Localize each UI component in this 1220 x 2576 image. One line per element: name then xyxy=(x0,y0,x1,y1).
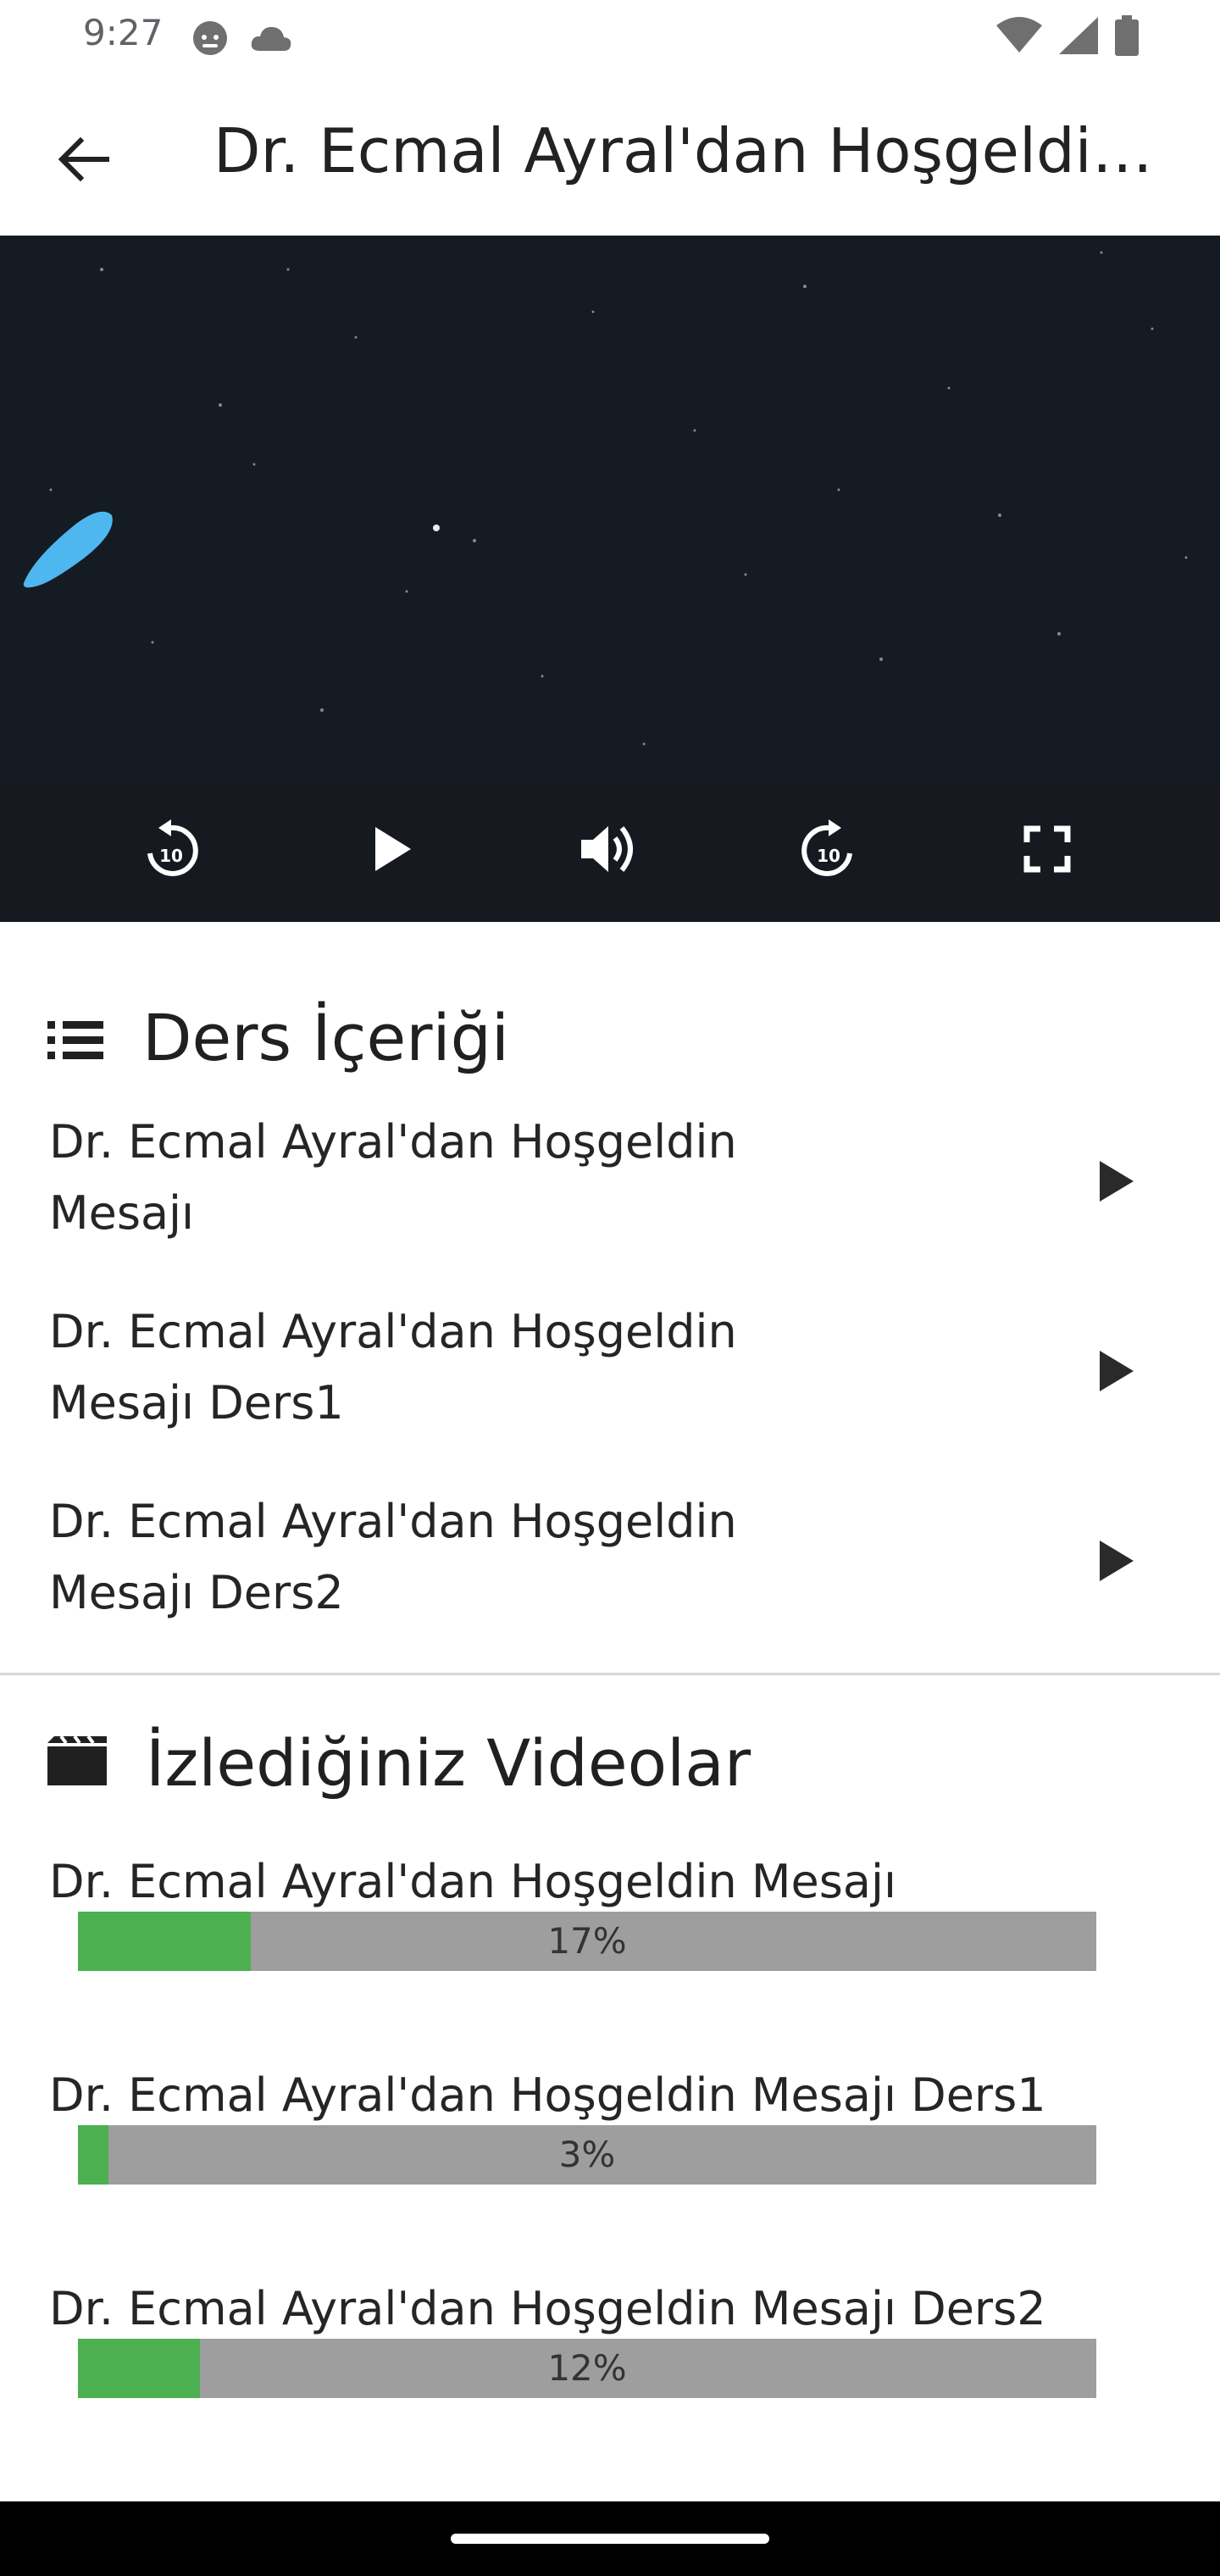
video-player[interactable] xyxy=(0,236,1220,780)
status-bar: 9:27 xyxy=(0,0,1220,75)
status-time: 9:27 xyxy=(83,12,164,53)
lesson-item[interactable]: Dr. Ecmal Ayral'dan Hoşgeldin Mesajı Der… xyxy=(49,1486,1151,1656)
watched-video-item[interactable]: Dr. Ecmal Ayral'dan Hoşgeldin Mesajı 17% xyxy=(49,1852,1167,1971)
progress-label: 3% xyxy=(558,2134,616,2175)
page-title: Dr. Ecmal Ayral'dan Hoşgeldin Mesajı xyxy=(214,115,1171,186)
list-icon xyxy=(47,1000,103,1075)
fullscreen-button[interactable] xyxy=(1013,817,1081,885)
divider xyxy=(0,1673,1220,1675)
back-button[interactable] xyxy=(49,127,117,195)
lesson-play-button[interactable] xyxy=(1083,1149,1151,1217)
watched-videos-header: İzlediğiniz Videolar xyxy=(47,1725,751,1801)
forward-10-button[interactable]: 10 xyxy=(795,817,862,885)
watched-video-title: Dr. Ecmal Ayral'dan Hoşgeldin Mesajı xyxy=(49,1855,896,1908)
lesson-play-button[interactable] xyxy=(1083,1529,1151,1596)
lesson-item[interactable]: Dr. Ecmal Ayral'dan Hoşgeldin Mesajı xyxy=(49,1107,1151,1276)
starfield xyxy=(0,236,1220,780)
svg-text:10: 10 xyxy=(159,846,183,866)
progress-label: 17% xyxy=(547,1920,627,1962)
app-bar: Dr. Ecmal Ayral'dan Hoşgeldin Mesajı xyxy=(0,75,1220,236)
progress-bar: 3% xyxy=(78,2125,1096,2185)
home-gesture-handle[interactable] xyxy=(451,2534,769,2544)
play-icon xyxy=(1100,1161,1134,1205)
play-icon xyxy=(374,827,413,874)
arrow-back-icon xyxy=(57,136,110,185)
watched-video-title: Dr. Ecmal Ayral'dan Hoşgeldin Mesajı Der… xyxy=(49,2068,1046,2122)
signal-icon xyxy=(1059,17,1098,58)
play-button[interactable] xyxy=(359,817,427,885)
forward-10-icon: 10 xyxy=(801,819,857,882)
svg-text:10: 10 xyxy=(817,846,840,866)
course-content-header: Ders İçeriği xyxy=(47,1000,509,1075)
lesson-item[interactable]: Dr. Ecmal Ayral'dan Hoşgeldin Mesajı Der… xyxy=(49,1296,1151,1466)
lesson-label: Dr. Ecmal Ayral'dan Hoşgeldin Mesajı Der… xyxy=(49,1495,737,1619)
volume-up-icon xyxy=(581,823,639,879)
section-heading: İzlediğiniz Videolar xyxy=(146,1725,751,1801)
volume-button[interactable] xyxy=(576,817,644,885)
wifi-icon xyxy=(996,17,1042,58)
progress-bar: 17% xyxy=(78,1912,1096,1971)
movie-icon xyxy=(47,1725,107,1801)
section-heading: Ders İçeriği xyxy=(142,1000,509,1075)
lesson-label: Dr. Ecmal Ayral'dan Hoşgeldin Mesajı Der… xyxy=(49,1305,737,1430)
rewind-10-button[interactable]: 10 xyxy=(137,817,205,885)
cloud-icon xyxy=(250,24,292,56)
watched-video-item[interactable]: Dr. Ecmal Ayral'dan Hoşgeldin Mesajı Der… xyxy=(49,2066,1167,2185)
fullscreen-icon xyxy=(1023,825,1071,876)
play-icon xyxy=(1100,1541,1134,1585)
replay-10-icon: 10 xyxy=(143,819,199,882)
progress-label: 12% xyxy=(547,2347,627,2389)
play-icon xyxy=(1100,1351,1134,1395)
lesson-label: Dr. Ecmal Ayral'dan Hoşgeldin Mesajı xyxy=(49,1115,737,1240)
lesson-play-button[interactable] xyxy=(1083,1339,1151,1407)
notification-face-icon xyxy=(191,19,230,61)
video-controls: 10 10 xyxy=(0,780,1220,922)
system-nav-bar xyxy=(0,2501,1220,2576)
watched-video-title: Dr. Ecmal Ayral'dan Hoşgeldin Mesajı Der… xyxy=(49,2282,1046,2335)
battery-icon xyxy=(1115,15,1139,59)
watched-video-item[interactable]: Dr. Ecmal Ayral'dan Hoşgeldin Mesajı Der… xyxy=(49,2279,1167,2398)
progress-bar: 12% xyxy=(78,2339,1096,2398)
